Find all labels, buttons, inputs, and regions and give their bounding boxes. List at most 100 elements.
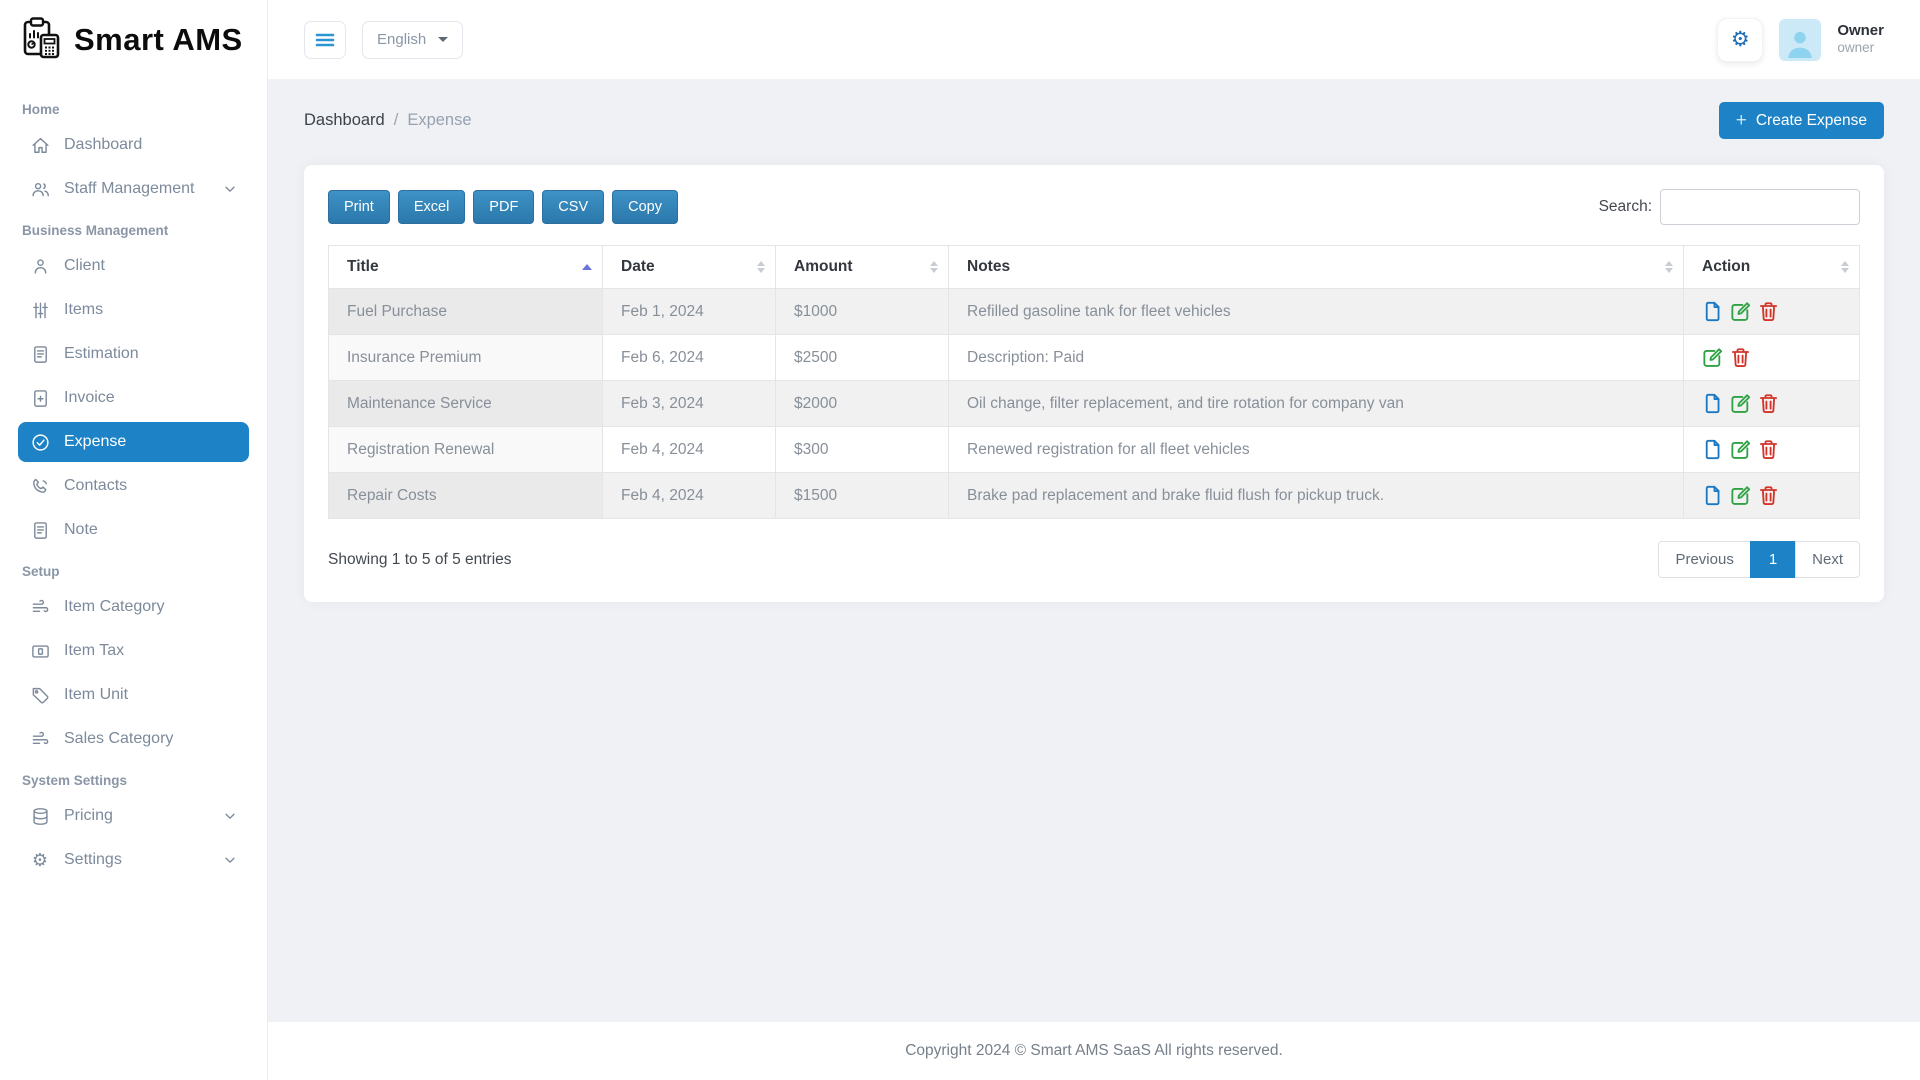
export-print-button[interactable]: Print xyxy=(328,190,390,224)
cell-notes: Oil change, filter replacement, and tire… xyxy=(949,381,1684,427)
edit-action-icon[interactable] xyxy=(1730,485,1751,506)
entries-info: Showing 1 to 5 of 5 entries xyxy=(328,551,512,569)
sidebar-item-note[interactable]: Note xyxy=(18,510,249,550)
table-row: Insurance Premium Feb 6, 2024 $2500 Desc… xyxy=(329,335,1860,381)
table-row: Fuel Purchase Feb 1, 2024 $1000 Refilled… xyxy=(329,289,1860,335)
edit-action-icon[interactable] xyxy=(1730,301,1751,322)
column-header-notes[interactable]: Notes xyxy=(949,246,1684,289)
search-label: Search: xyxy=(1599,198,1652,216)
brand-logo[interactable]: Smart AMS xyxy=(0,0,267,80)
edit-action-icon[interactable] xyxy=(1730,439,1751,460)
sidebar-section-home: Home xyxy=(22,102,245,117)
column-header-date[interactable]: Date xyxy=(603,246,776,289)
sidebar-item-label: Invoice xyxy=(64,389,115,407)
breadcrumb-separator: / xyxy=(394,111,399,130)
sidebar-item-dashboard[interactable]: Dashboard xyxy=(18,125,249,165)
chevron-down-icon xyxy=(223,182,237,196)
cell-date: Feb 4, 2024 xyxy=(603,427,776,473)
phone-icon xyxy=(30,476,50,496)
delete-action-icon[interactable] xyxy=(1758,485,1779,506)
export-excel-button[interactable]: Excel xyxy=(398,190,465,224)
breadcrumb-expense: Expense xyxy=(407,111,471,130)
sidebar-item-settings[interactable]: ⚙ Settings xyxy=(18,840,249,880)
check-circle-icon xyxy=(30,432,50,452)
search-input[interactable] xyxy=(1660,189,1860,225)
file-plus-icon xyxy=(30,388,50,408)
cell-title: Fuel Purchase xyxy=(329,289,603,335)
column-header-title[interactable]: Title xyxy=(329,246,603,289)
content: Dashboard / Expense + Create Expense Pri… xyxy=(268,80,1920,1000)
cell-amount: $2000 xyxy=(776,381,949,427)
export-csv-button[interactable]: CSV xyxy=(542,190,604,224)
table-footer: Showing 1 to 5 of 5 entries Previous 1 N… xyxy=(328,541,1860,578)
sidebar-section-system-settings: System Settings xyxy=(22,773,245,788)
note-icon xyxy=(30,520,50,540)
cell-action xyxy=(1684,381,1860,427)
pagination-page-1-button[interactable]: 1 xyxy=(1750,541,1796,578)
export-copy-button[interactable]: Copy xyxy=(612,190,678,224)
sidebar-item-estimation[interactable]: Estimation xyxy=(18,334,249,374)
cell-notes: Description: Paid xyxy=(949,335,1684,381)
sidebar-item-contacts[interactable]: Contacts xyxy=(18,466,249,506)
sidebar-item-label: Settings xyxy=(64,851,122,869)
table-row: Registration Renewal Feb 4, 2024 $300 Re… xyxy=(329,427,1860,473)
breadcrumb-dashboard[interactable]: Dashboard xyxy=(304,111,385,130)
cell-title: Registration Renewal xyxy=(329,427,603,473)
sliders-icon xyxy=(30,300,50,320)
sidebar-item-expense[interactable]: Expense xyxy=(18,422,249,462)
sort-both-icon xyxy=(1841,261,1849,273)
sidebar-item-sales-category[interactable]: Sales Category xyxy=(18,719,249,759)
delete-action-icon[interactable] xyxy=(1758,439,1779,460)
wind-icon xyxy=(30,729,50,749)
create-expense-button[interactable]: + Create Expense xyxy=(1719,102,1884,139)
main-area: English ⚙ Owner owner Dashboard xyxy=(268,0,1920,1080)
view-action-icon[interactable] xyxy=(1702,439,1723,460)
pagination-next-button[interactable]: Next xyxy=(1795,541,1860,578)
delete-action-icon[interactable] xyxy=(1758,301,1779,322)
column-header-action[interactable]: Action xyxy=(1684,246,1860,289)
footer: Copyright 2024 © Smart AMS SaaS All righ… xyxy=(268,1022,1920,1080)
sidebar-item-item-category[interactable]: Item Category xyxy=(18,587,249,627)
view-action-icon[interactable] xyxy=(1702,485,1723,506)
cell-notes: Brake pad replacement and brake fluid fl… xyxy=(949,473,1684,519)
sidebar-nav: Home Dashboard Staff Management Business… xyxy=(0,80,267,884)
user-meta[interactable]: Owner owner xyxy=(1837,22,1884,58)
sidebar-item-label: Item Category xyxy=(64,598,164,616)
view-action-icon[interactable] xyxy=(1702,393,1723,414)
language-selector[interactable]: English xyxy=(362,21,463,59)
sidebar-item-items[interactable]: Items xyxy=(18,290,249,330)
pagination: Previous 1 Next xyxy=(1658,541,1860,578)
sidebar-item-item-unit[interactable]: Item Unit xyxy=(18,675,249,715)
sidebar-item-label: Pricing xyxy=(64,807,113,825)
sort-both-icon xyxy=(1665,261,1673,273)
person-icon xyxy=(30,256,50,276)
sidebar-item-label: Estimation xyxy=(64,345,139,363)
sidebar-item-staff-management[interactable]: Staff Management xyxy=(18,169,249,209)
settings-gear-button[interactable]: ⚙ xyxy=(1717,18,1763,62)
user-role: owner xyxy=(1837,40,1884,57)
sidebar-item-label: Staff Management xyxy=(64,180,194,198)
sidebar-item-label: Items xyxy=(64,301,103,319)
column-header-amount[interactable]: Amount xyxy=(776,246,949,289)
edit-action-icon[interactable] xyxy=(1730,393,1751,414)
cell-date: Feb 4, 2024 xyxy=(603,473,776,519)
sidebar-item-label: Item Tax xyxy=(64,642,124,660)
sidebar-toggle-button[interactable] xyxy=(304,21,346,59)
export-pdf-button[interactable]: PDF xyxy=(473,190,534,224)
sidebar-section-business-management: Business Management xyxy=(22,223,245,238)
sidebar-item-client[interactable]: Client xyxy=(18,246,249,286)
view-action-icon[interactable] xyxy=(1702,301,1723,322)
avatar[interactable] xyxy=(1779,19,1821,61)
cell-date: Feb 1, 2024 xyxy=(603,289,776,335)
user-name: Owner xyxy=(1837,22,1884,41)
edit-action-icon[interactable] xyxy=(1702,347,1723,368)
pagination-previous-button[interactable]: Previous xyxy=(1658,541,1750,578)
sidebar: Smart AMS Home Dashboard Staff Managemen… xyxy=(0,0,268,1080)
sidebar-item-invoice[interactable]: Invoice xyxy=(18,378,249,418)
sidebar-item-pricing[interactable]: Pricing xyxy=(18,796,249,836)
sidebar-item-label: Item Unit xyxy=(64,686,128,704)
delete-action-icon[interactable] xyxy=(1730,347,1751,368)
file-text-icon xyxy=(30,344,50,364)
sidebar-item-item-tax[interactable]: Item Tax xyxy=(18,631,249,671)
delete-action-icon[interactable] xyxy=(1758,393,1779,414)
